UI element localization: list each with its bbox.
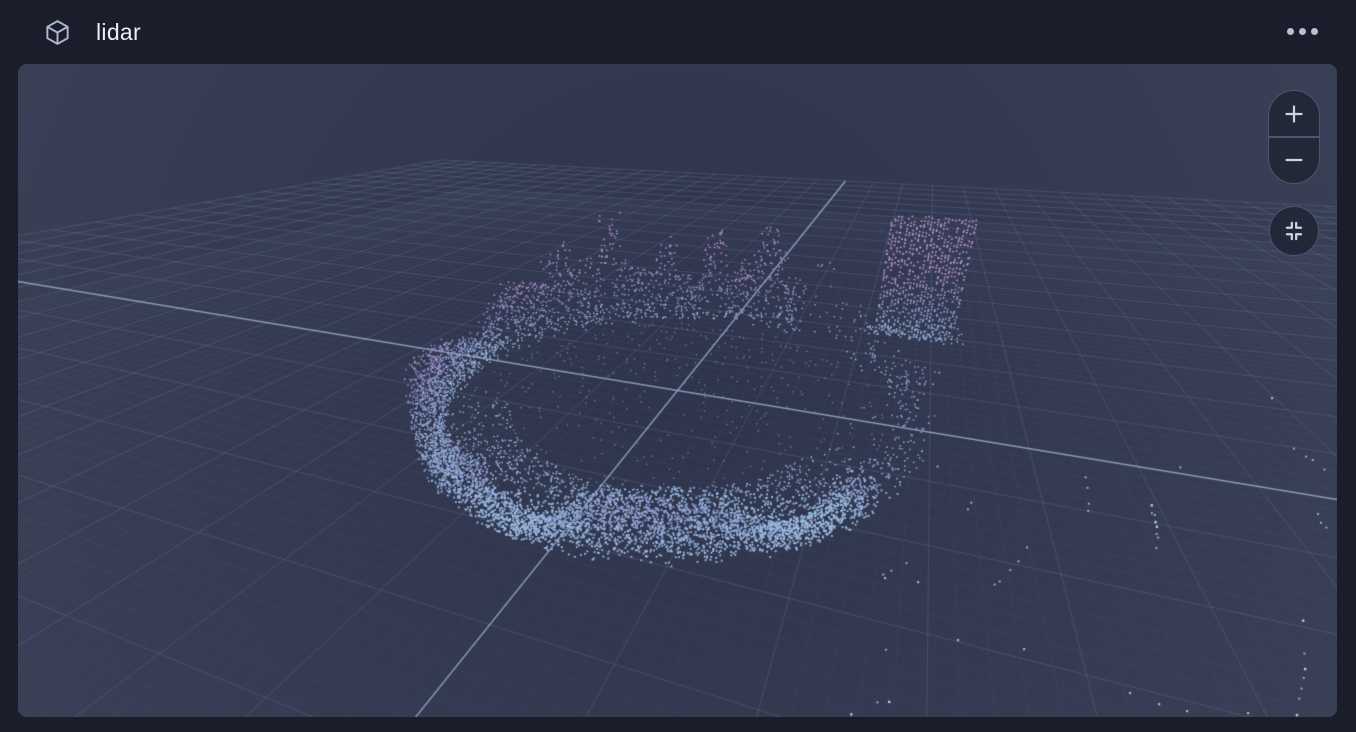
panel-title: lidar [96, 18, 141, 45]
zoom-controls [1268, 90, 1320, 184]
zoom-out-button[interactable] [1269, 138, 1319, 183]
panel-header: lidar [0, 0, 1356, 64]
pointcloud-canvas[interactable] [18, 64, 1337, 717]
cube-icon [42, 17, 72, 47]
menu-button[interactable] [1276, 10, 1328, 52]
plus-icon [1285, 105, 1303, 123]
zoom-in-button[interactable] [1269, 91, 1319, 136]
viewport-3d[interactable] [18, 64, 1337, 717]
fit-view-button[interactable] [1269, 206, 1319, 256]
minus-icon [1285, 159, 1303, 162]
fit-view-icon [1285, 221, 1303, 241]
app-root: { "header": { "title": "lidar", "icon": … [0, 0, 1356, 732]
ellipsis-icon [1286, 27, 1294, 35]
